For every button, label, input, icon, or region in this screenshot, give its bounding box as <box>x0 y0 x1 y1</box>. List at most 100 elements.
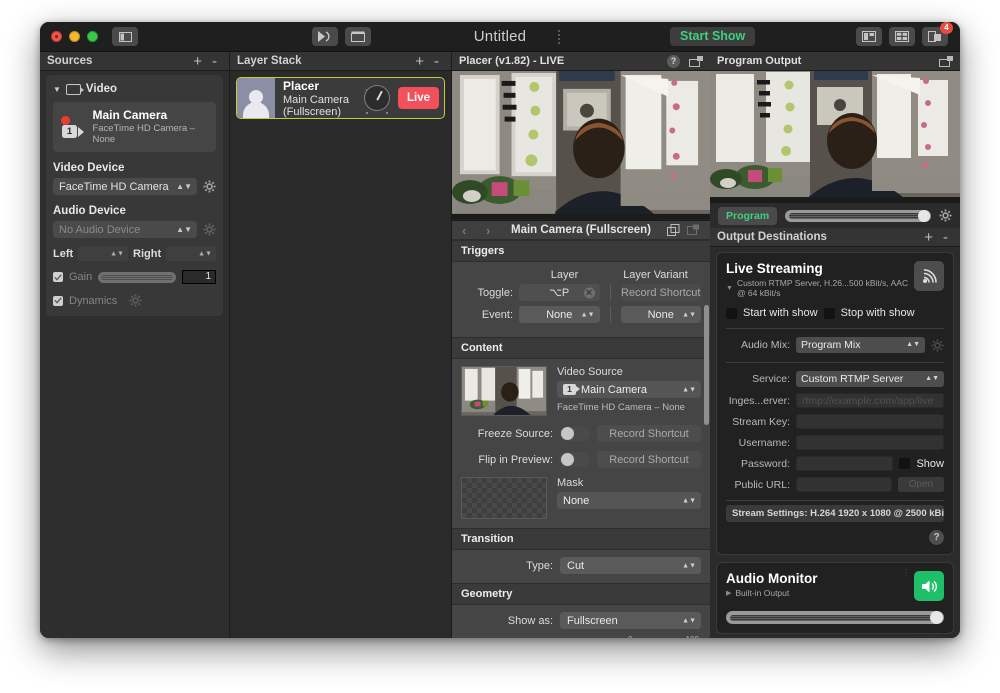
live-streaming-broadcast-button[interactable] <box>914 261 944 291</box>
popout-icon <box>687 224 699 235</box>
right-channel-select[interactable]: ▲▼ <box>166 246 216 261</box>
inspector-popout-icon[interactable] <box>687 224 700 237</box>
sources-group-video[interactable]: ▼ Video <box>53 83 216 95</box>
chevron-updown-icon: ▲▼ <box>682 311 696 318</box>
grid-icon <box>895 31 909 42</box>
start-with-show-checkbox[interactable] <box>726 307 737 319</box>
audio-mix-select[interactable]: Program Mix ▲▼ <box>796 337 925 353</box>
titlebar-divider <box>558 30 560 45</box>
clear-icon[interactable]: ✕ <box>583 287 595 298</box>
gain-checkbox[interactable] <box>53 272 63 282</box>
show-as-select[interactable]: Fullscreen ▲▼ <box>560 612 701 629</box>
event-variant-select[interactable]: None ▲▼ <box>620 306 701 323</box>
help-icon[interactable]: ? <box>667 54 680 68</box>
inspector-scrollbar[interactable] <box>704 305 709 425</box>
transition-button[interactable] <box>312 27 338 46</box>
preview-video[interactable] <box>452 71 710 221</box>
audio-mix-label: Audio Mix: <box>740 339 790 351</box>
ingest-server-input[interactable]: rtmp://example.com/app/live <box>796 393 944 408</box>
video-source-select[interactable]: 1 Main Camera ▲▼ <box>557 381 701 398</box>
audio-device-select[interactable]: No Audio Device ▲▼ <box>53 221 197 238</box>
stream-settings-button[interactable]: Stream Settings: H.264 1920 x 1080 @ 250… <box>726 505 944 522</box>
audio-monitor-title: Audio Monitor <box>726 571 818 586</box>
gain-slider[interactable] <box>98 271 176 283</box>
layout-panel-button[interactable] <box>856 27 882 46</box>
chevron-right-icon[interactable]: ▼ <box>726 285 733 292</box>
flip-record-shortcut-button[interactable]: Record Shortcut <box>597 451 701 468</box>
chevron-updown-icon: ▲▼ <box>110 250 125 257</box>
volume-thumb[interactable] <box>918 209 930 222</box>
clapper-button[interactable] <box>345 27 371 46</box>
toggle-variant-record-button[interactable]: Record Shortcut <box>620 284 701 301</box>
sources-remove-button[interactable]: - <box>207 54 222 69</box>
left-channel-select[interactable]: ▲▼ <box>78 246 129 261</box>
zoom-button[interactable] <box>87 31 98 42</box>
password-input[interactable] <box>796 456 894 471</box>
program-output-video[interactable] <box>710 71 960 203</box>
audio-monitor-volume-slider[interactable] <box>726 611 944 624</box>
gain-value-field[interactable]: 1 <box>182 270 216 284</box>
service-row: Service: Custom RTMP Server ▲▼ <box>726 371 944 387</box>
layer-add-button[interactable]: + <box>410 54 429 69</box>
program-button[interactable]: Program <box>718 206 778 225</box>
duplicate-icon[interactable] <box>667 223 680 237</box>
username-input[interactable] <box>796 435 944 450</box>
flip-preview-toggle[interactable] <box>560 452 590 467</box>
freeze-record-shortcut-button[interactable]: Record Shortcut <box>597 425 701 442</box>
notification-badge: 4 <box>940 22 953 34</box>
audio-monitor-toggle-button[interactable] <box>914 571 944 601</box>
event-layer-select[interactable]: None ▲▼ <box>519 306 600 323</box>
chevron-down-icon[interactable]: ▼ <box>53 85 61 94</box>
mask-select[interactable]: None ▲▼ <box>557 492 701 509</box>
transition-type-row: Type: Cut ▲▼ <box>461 557 701 574</box>
layer-item-placer[interactable]: Placer Main Camera (Fullscreen) ⌥P Live <box>236 77 445 119</box>
help-icon[interactable]: ? <box>929 530 944 545</box>
triggers-section-body: Layer Layer Variant Toggle: ⌥P ✕ Record … <box>452 262 710 337</box>
output-destinations-header: Output Destinations + - <box>710 228 960 247</box>
sidebar-toggle-button[interactable] <box>112 27 138 46</box>
back-arrow-icon[interactable]: ‹ <box>462 223 466 238</box>
video-device-gear-icon[interactable] <box>203 180 216 193</box>
audio-mix-value: Program Mix <box>801 339 861 351</box>
forward-arrow-icon[interactable]: › <box>486 223 490 238</box>
person-avatar-icon <box>243 90 269 118</box>
volume-thumb[interactable] <box>930 611 943 624</box>
public-url-row: Public URL: Open <box>726 477 944 492</box>
chevron-updown-icon: ▲▼ <box>198 250 212 257</box>
program-popout-icon[interactable] <box>939 55 953 67</box>
layer-remove-button[interactable]: - <box>429 54 444 69</box>
minimize-button[interactable] <box>69 31 80 42</box>
drag-handle-icon[interactable]: ⋮ <box>902 569 910 577</box>
audio-mix-gear-icon[interactable] <box>931 338 944 352</box>
chevron-right-icon[interactable]: ▶ <box>726 589 731 597</box>
layer-live-button[interactable]: Live <box>397 87 439 109</box>
mask-preview[interactable] <box>461 477 547 519</box>
dynamics-gear-icon[interactable] <box>129 294 142 307</box>
dynamics-checkbox[interactable] <box>53 295 63 306</box>
stop-with-show-checkbox[interactable] <box>823 307 835 319</box>
freeze-source-toggle[interactable] <box>560 426 590 441</box>
content-thumbnail[interactable] <box>461 366 547 416</box>
sources-add-button[interactable]: + <box>188 54 207 69</box>
freeze-source-row: Freeze Source: Record Shortcut <box>461 425 701 442</box>
source-item-main-camera[interactable]: 1 Main Camera FaceTime HD Camera – None <box>53 102 216 152</box>
layer-opacity-knob[interactable] <box>363 85 390 114</box>
close-button[interactable] <box>51 31 62 42</box>
destination-remove-button[interactable]: - <box>938 230 953 245</box>
toggle-layer-shortcut-field[interactable]: ⌥P ✕ <box>519 284 600 301</box>
mask-row: Mask None ▲▼ <box>461 477 701 519</box>
stream-key-input[interactable] <box>796 414 944 429</box>
layer-name: Placer <box>283 78 320 93</box>
service-select[interactable]: Custom RTMP Server ▲▼ <box>796 371 944 387</box>
popout-icon[interactable] <box>689 55 703 67</box>
program-volume-slider[interactable] <box>785 209 931 222</box>
transition-type-select[interactable]: Cut ▲▼ <box>560 557 701 574</box>
grid-layout-button[interactable] <box>889 27 915 46</box>
show-password-checkbox[interactable] <box>899 458 911 469</box>
public-url-input[interactable] <box>796 477 892 492</box>
start-show-button[interactable]: Start Show <box>670 27 756 46</box>
program-settings-gear-icon[interactable] <box>939 209 952 222</box>
crop-top-slider[interactable]: 0 100 <box>627 635 701 638</box>
video-device-select[interactable]: FaceTime HD Camera ▲▼ <box>53 178 197 195</box>
destination-add-button[interactable]: + <box>919 230 938 245</box>
